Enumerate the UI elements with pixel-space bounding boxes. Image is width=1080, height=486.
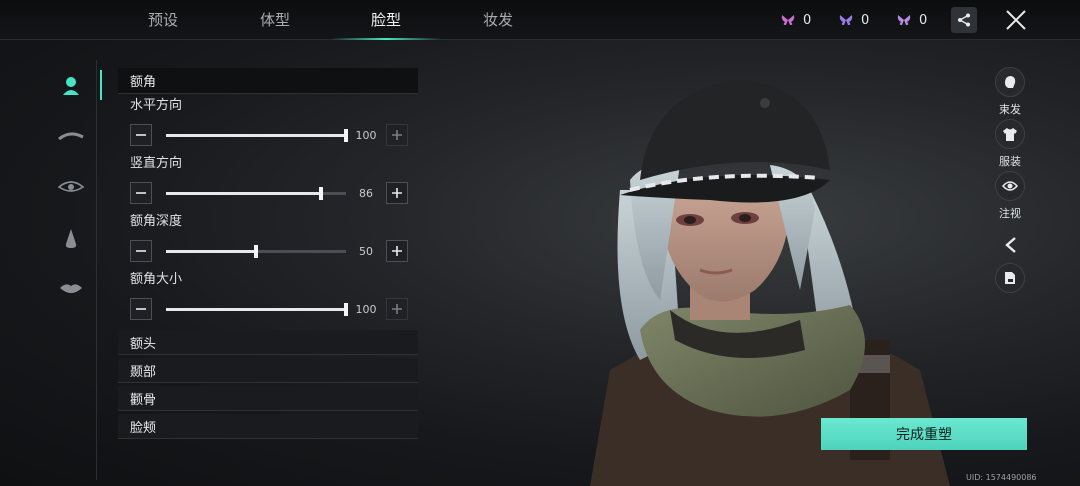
hair-icon bbox=[1005, 76, 1016, 88]
collapse-arrow-icon[interactable] bbox=[1003, 236, 1019, 254]
minus-icon bbox=[136, 134, 146, 136]
slider-fill bbox=[166, 191, 321, 195]
currency-violet-value: 0 bbox=[919, 12, 928, 28]
face-editor-panel: 额角 水平方向 100 竖直方向 86 额角深度 50 额角大小 100 额头 … bbox=[118, 68, 418, 442]
uid-label: UID: 1574490086 bbox=[966, 473, 1037, 482]
rail-eyebrow[interactable] bbox=[54, 118, 88, 152]
slider-track[interactable] bbox=[166, 244, 346, 258]
tab-preset[interactable]: 预设 bbox=[108, 0, 218, 40]
rail-eye[interactable] bbox=[54, 170, 88, 204]
slider-size: 额角大小 100 bbox=[118, 268, 418, 326]
tab-body[interactable]: 体型 bbox=[220, 0, 330, 40]
gaze-eye-icon bbox=[1002, 181, 1018, 191]
section-header-cheekbone[interactable]: 颧骨 bbox=[118, 386, 418, 411]
currency-violet: 0 bbox=[897, 11, 927, 29]
slider-fill bbox=[166, 307, 346, 311]
slider-value: 50 bbox=[359, 244, 373, 258]
share-icon bbox=[958, 13, 970, 27]
slider-label: 水平方向 bbox=[130, 98, 183, 113]
slider-value: 100 bbox=[355, 128, 377, 142]
slider-value: 100 bbox=[355, 302, 377, 316]
tool-save[interactable] bbox=[994, 263, 1026, 293]
plus-icon bbox=[392, 130, 402, 140]
currency-pink-value: 0 bbox=[803, 12, 812, 28]
rail-face[interactable] bbox=[54, 68, 102, 102]
tool-label: 注视 bbox=[999, 207, 1021, 220]
tool-label: 服装 bbox=[999, 155, 1021, 168]
increase-button[interactable] bbox=[386, 298, 408, 320]
slider-handle[interactable] bbox=[344, 128, 348, 142]
slider-label: 额角深度 bbox=[130, 214, 183, 229]
slider-value: 86 bbox=[359, 186, 373, 200]
slider-depth: 额角深度 50 bbox=[118, 210, 418, 268]
slider-horizontal: 水平方向 100 bbox=[118, 94, 418, 152]
slider-vertical: 竖直方向 86 bbox=[118, 152, 418, 210]
tool-label: 束发 bbox=[999, 103, 1021, 116]
slider-label: 竖直方向 bbox=[130, 156, 183, 171]
face-icon bbox=[63, 77, 79, 95]
slider-handle[interactable] bbox=[344, 302, 348, 316]
butterfly-pink-icon bbox=[781, 15, 795, 25]
section-header-forehead[interactable]: 额头 bbox=[118, 330, 418, 355]
currency-purple-value: 0 bbox=[861, 12, 870, 28]
close-button[interactable] bbox=[1003, 7, 1029, 33]
slider-track[interactable] bbox=[166, 186, 346, 200]
save-template-icon bbox=[1005, 272, 1015, 284]
rail-nose[interactable] bbox=[54, 222, 88, 256]
minus-icon bbox=[136, 250, 146, 252]
currency-purple: 0 bbox=[839, 11, 869, 29]
section-header-temple[interactable]: 额角 bbox=[118, 68, 418, 94]
slider-track[interactable] bbox=[166, 302, 348, 316]
eye-icon bbox=[58, 181, 84, 192]
tab-face[interactable]: 脸型 bbox=[331, 0, 441, 40]
butterfly-violet-icon bbox=[897, 15, 911, 25]
increase-button[interactable] bbox=[386, 240, 408, 262]
rail-lips[interactable] bbox=[54, 272, 88, 306]
lips-icon bbox=[60, 284, 82, 293]
slider-handle[interactable] bbox=[318, 186, 323, 200]
tool-tie-hair[interactable]: 束发 bbox=[994, 67, 1026, 117]
finish-reshape-button[interactable]: 完成重塑 bbox=[821, 418, 1027, 450]
decrease-button[interactable] bbox=[130, 124, 152, 146]
slider-handle[interactable] bbox=[254, 244, 258, 258]
tool-clothing[interactable]: 服装 bbox=[994, 119, 1026, 169]
currency-pink: 0 bbox=[781, 11, 811, 29]
decrease-button[interactable] bbox=[130, 240, 152, 262]
increase-button[interactable] bbox=[386, 124, 408, 146]
top-bar: 预设 体型 脸型 妆发 0 0 0 bbox=[0, 0, 1080, 40]
section-header-temporal[interactable]: 颞部 bbox=[118, 358, 418, 383]
eyebrow-icon bbox=[58, 132, 84, 141]
increase-button[interactable] bbox=[386, 182, 408, 204]
share-button[interactable] bbox=[951, 7, 977, 33]
slider-label: 额角大小 bbox=[130, 272, 183, 287]
plus-icon bbox=[392, 188, 402, 198]
tool-gaze[interactable]: 注视 bbox=[994, 171, 1026, 221]
close-icon bbox=[1006, 10, 1026, 30]
slider-track[interactable] bbox=[166, 128, 348, 142]
nose-icon bbox=[65, 229, 77, 248]
section-header-cheek[interactable]: 脸颊 bbox=[118, 414, 418, 439]
collapsed-sections: 额头 颞部 颧骨 脸颊 bbox=[118, 330, 418, 439]
minus-icon bbox=[136, 192, 146, 194]
slider-fill bbox=[166, 249, 256, 253]
decrease-button[interactable] bbox=[130, 182, 152, 204]
butterfly-purple-icon bbox=[839, 15, 853, 25]
clothing-icon bbox=[1003, 128, 1017, 141]
minus-icon bbox=[136, 308, 146, 310]
slider-fill bbox=[166, 133, 346, 137]
decrease-button[interactable] bbox=[130, 298, 152, 320]
plus-icon bbox=[392, 246, 402, 256]
plus-icon bbox=[392, 304, 402, 314]
tab-makeup-hair[interactable]: 妆发 bbox=[443, 0, 553, 40]
feature-rail bbox=[44, 60, 102, 480]
